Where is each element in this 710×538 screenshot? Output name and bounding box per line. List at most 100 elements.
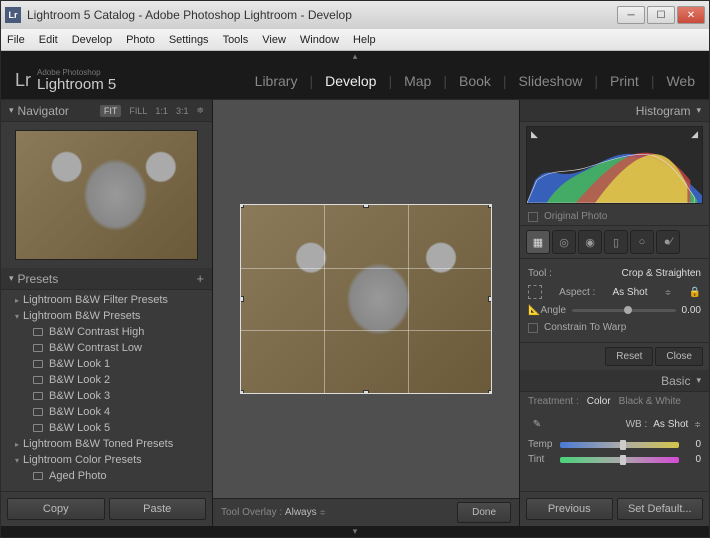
crop-overlay[interactable] (240, 204, 492, 394)
crop-handle[interactable] (363, 390, 369, 394)
module-slideshow[interactable]: Slideshow (519, 73, 583, 89)
spot-tool-icon[interactable]: ◎ (552, 230, 576, 254)
aspect-icon[interactable] (528, 285, 542, 299)
clip-shadow-icon[interactable]: ◣ (531, 129, 538, 140)
window-title: Lightroom 5 Catalog - Adobe Photoshop Li… (27, 8, 617, 22)
crop-handle[interactable] (488, 390, 492, 394)
basic-header[interactable]: Basic▾ (520, 370, 709, 392)
temp-slider[interactable] (560, 442, 679, 448)
preset-item[interactable]: B&W Look 2 (1, 372, 212, 388)
wb-value[interactable]: As Shot (653, 419, 688, 430)
crop-handle[interactable] (363, 204, 369, 208)
paste-button[interactable]: Paste (109, 498, 207, 520)
treatment-bw[interactable]: Black & White (619, 396, 681, 407)
presets-title: Presets (18, 272, 59, 286)
crop-handle[interactable] (488, 204, 492, 208)
nav-1to1[interactable]: 1:1 (155, 106, 168, 116)
treatment-color[interactable]: Color (587, 396, 611, 407)
checkbox-icon[interactable] (528, 212, 538, 222)
add-preset-icon[interactable]: + (196, 271, 204, 286)
menu-develop[interactable]: Develop (72, 34, 112, 46)
angle-slider[interactable] (572, 309, 676, 312)
close-tool-button[interactable]: Close (655, 347, 703, 366)
preset-item[interactable]: B&W Contrast High (1, 324, 212, 340)
menu-file[interactable]: File (7, 34, 25, 46)
crop-handle[interactable] (240, 204, 244, 208)
minimize-button[interactable]: ─ (617, 6, 645, 24)
close-button[interactable]: ✕ (677, 6, 705, 24)
lock-icon[interactable]: 🔒 (689, 287, 701, 298)
menu-window[interactable]: Window (300, 34, 339, 46)
graduated-filter-icon[interactable]: ▯ (604, 230, 628, 254)
brand-main: Lightroom 5 (37, 77, 116, 92)
module-map[interactable]: Map (404, 73, 431, 89)
crop-tool-icon[interactable]: ▦ (526, 230, 550, 254)
center-canvas: Tool Overlay : Always ≑ Done (213, 100, 519, 526)
module-book[interactable]: Book (459, 73, 491, 89)
nav-fill[interactable]: FILL (129, 106, 147, 116)
original-photo-row[interactable]: Original Photo (520, 208, 709, 226)
bottom-panel-toggle[interactable]: ▾ (1, 526, 709, 537)
preset-group[interactable]: ▾Lightroom Color Presets (1, 452, 212, 468)
done-button[interactable]: Done (457, 502, 511, 523)
aspect-value[interactable]: As Shot (612, 287, 647, 298)
preset-group[interactable]: ▸Lightroom B&W Toned Presets (1, 436, 212, 452)
menu-photo[interactable]: Photo (126, 34, 155, 46)
histogram-display[interactable]: ◣ ◢ (526, 126, 703, 204)
histogram-header[interactable]: Histogram▾ (520, 100, 709, 122)
maximize-button[interactable]: ☐ (647, 6, 675, 24)
tint-slider[interactable] (560, 457, 679, 463)
menu-tools[interactable]: Tools (223, 34, 249, 46)
set-default-button[interactable]: Set Default... (617, 498, 704, 520)
module-library[interactable]: Library (255, 73, 298, 89)
top-panel-toggle[interactable]: ▴ (1, 51, 709, 62)
module-picker-bar: Lr Adobe Photoshop Lightroom 5 Library| … (1, 62, 709, 100)
presets-header[interactable]: ▾ Presets + (1, 268, 212, 290)
module-develop[interactable]: Develop (325, 73, 376, 89)
checkbox-icon[interactable] (528, 323, 538, 333)
menu-edit[interactable]: Edit (39, 34, 58, 46)
tool-overlay-value[interactable]: Always (285, 507, 317, 518)
nav-fit[interactable]: FIT (100, 105, 122, 117)
copy-button[interactable]: Copy (7, 498, 105, 520)
nav-zoom-menu-icon[interactable]: ≑ (196, 105, 204, 116)
preset-item[interactable]: Aged Photo (1, 468, 212, 484)
redeye-tool-icon[interactable]: ◉ (578, 230, 602, 254)
treatment-label: Treatment : (528, 396, 579, 407)
crop-handle[interactable] (240, 296, 244, 302)
tool-label: Tool : (528, 268, 552, 279)
reset-button[interactable]: Reset (605, 347, 653, 366)
menu-settings[interactable]: Settings (169, 34, 209, 46)
navigator-header[interactable]: ▾ Navigator FIT FILL 1:1 3:1 ≑ (1, 100, 212, 122)
nav-3to1[interactable]: 3:1 (176, 106, 189, 116)
ruler-icon[interactable]: 📐 (528, 305, 540, 316)
tool-overlay-label: Tool Overlay : (221, 507, 282, 518)
title-bar: Lr Lightroom 5 Catalog - Adobe Photoshop… (1, 1, 709, 29)
histogram-title: Histogram (636, 104, 691, 118)
module-web[interactable]: Web (666, 73, 695, 89)
tool-strip: ▦ ◎ ◉ ▯ ○ ●⁄ (520, 226, 709, 259)
eyedropper-icon[interactable]: ✎ (528, 415, 546, 433)
previous-button[interactable]: Previous (526, 498, 613, 520)
brand: Lr Adobe Photoshop Lightroom 5 (15, 69, 116, 92)
crop-handle[interactable] (240, 390, 244, 394)
preset-item[interactable]: B&W Look 5 (1, 420, 212, 436)
preset-item[interactable]: B&W Look 3 (1, 388, 212, 404)
module-print[interactable]: Print (610, 73, 639, 89)
clip-highlight-icon[interactable]: ◢ (691, 129, 698, 140)
preset-group[interactable]: ▸Lightroom B&W Filter Presets (1, 292, 212, 308)
aspect-label: Aspect : (559, 287, 595, 298)
menu-view[interactable]: View (262, 34, 286, 46)
menu-help[interactable]: Help (353, 34, 376, 46)
crop-handle[interactable] (488, 296, 492, 302)
menu-bar: File Edit Develop Photo Settings Tools V… (1, 29, 709, 51)
brush-tool-icon[interactable]: ●⁄ (656, 230, 680, 254)
preset-item[interactable]: B&W Contrast Low (1, 340, 212, 356)
preset-item[interactable]: B&W Look 1 (1, 356, 212, 372)
basic-title: Basic (661, 374, 690, 388)
preset-item[interactable]: B&W Look 4 (1, 404, 212, 420)
preset-group[interactable]: ▾Lightroom B&W Presets (1, 308, 212, 324)
radial-filter-icon[interactable]: ○ (630, 230, 654, 254)
navigator-thumbnail[interactable] (15, 130, 198, 260)
presets-list: ▸Lightroom B&W Filter Presets ▾Lightroom… (1, 290, 212, 491)
